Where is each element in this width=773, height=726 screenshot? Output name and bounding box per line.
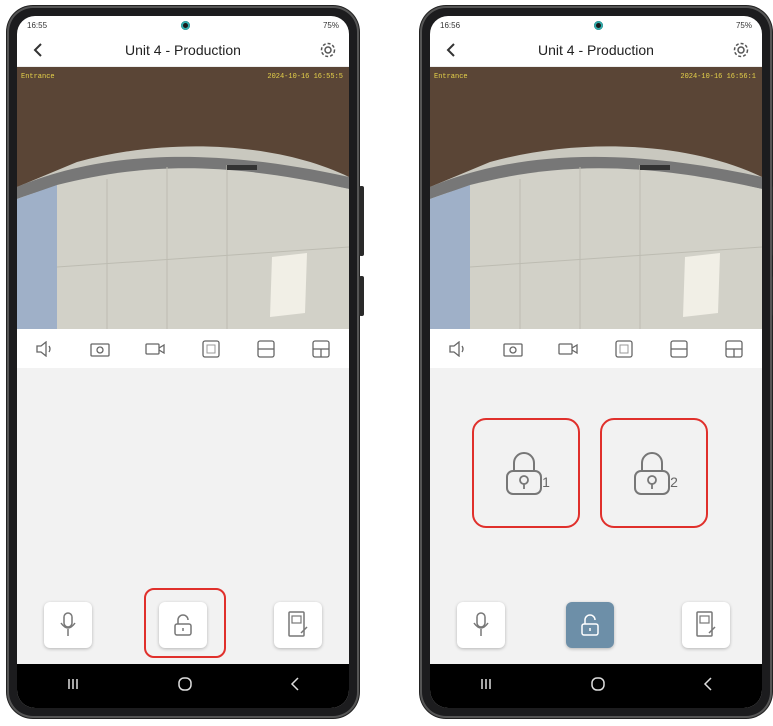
right-app-bar: Unit 4 - Production bbox=[430, 34, 762, 67]
gear-icon[interactable] bbox=[730, 39, 752, 61]
gear-icon[interactable] bbox=[317, 39, 339, 61]
left-status-battery: 75% bbox=[322, 20, 339, 30]
video-timestamp: 2024-10-16 16:56:1 bbox=[680, 73, 756, 81]
unlock-icon bbox=[581, 614, 599, 636]
left-content-area bbox=[17, 368, 349, 664]
video-channel-label: Entrance bbox=[21, 73, 55, 81]
intercom-panel-button[interactable] bbox=[682, 602, 730, 648]
back-chevron-icon[interactable] bbox=[27, 39, 49, 61]
intercom-panel-icon bbox=[288, 611, 308, 637]
video-timestamp: 2024-10-16 16:55:5 bbox=[267, 73, 343, 81]
speaker-icon[interactable] bbox=[447, 338, 469, 360]
unlock-2-highlight-box bbox=[600, 418, 708, 528]
intercom-panel-icon bbox=[696, 611, 716, 637]
right-system-nav-bar bbox=[430, 664, 762, 708]
layout-2-icon[interactable] bbox=[668, 338, 690, 360]
layout-2-icon[interactable] bbox=[255, 338, 277, 360]
left-app-bar: Unit 4 - Production bbox=[17, 34, 349, 67]
layout-1-icon[interactable] bbox=[613, 338, 635, 360]
left-phone-side-button-2 bbox=[359, 276, 364, 316]
unlock-highlight-box bbox=[144, 588, 226, 658]
back-icon[interactable] bbox=[702, 676, 714, 697]
right-content-area: 1 2 bbox=[430, 368, 762, 664]
left-video-toolbar bbox=[17, 329, 349, 370]
speaker-icon[interactable] bbox=[34, 338, 56, 360]
right-video-feed[interactable]: Entrance 2024-10-16 16:56:1 bbox=[430, 67, 762, 329]
left-screen: 16:55 75% Unit 4 - Production Entrance 2… bbox=[17, 16, 349, 708]
right-screen: 16:56 75% Unit 4 - Production Entrance 2… bbox=[430, 16, 762, 708]
record-icon[interactable] bbox=[144, 338, 166, 360]
home-icon[interactable] bbox=[589, 675, 607, 698]
left-phone-side-button bbox=[359, 186, 364, 256]
right-status-battery: 75% bbox=[735, 20, 752, 30]
right-status-time: 16:56 bbox=[440, 20, 461, 30]
back-icon[interactable] bbox=[289, 676, 301, 697]
record-icon[interactable] bbox=[557, 338, 579, 360]
microphone-icon bbox=[60, 612, 76, 636]
page-title: Unit 4 - Production bbox=[538, 42, 654, 58]
back-chevron-icon[interactable] bbox=[440, 39, 462, 61]
intercom-panel-button[interactable] bbox=[274, 602, 322, 648]
microphone-button[interactable] bbox=[44, 602, 92, 648]
layout-1-icon[interactable] bbox=[200, 338, 222, 360]
layout-3-icon[interactable] bbox=[310, 338, 332, 360]
snapshot-icon[interactable] bbox=[502, 338, 524, 360]
unlock-1-highlight-box bbox=[472, 418, 580, 528]
recents-icon[interactable] bbox=[65, 677, 81, 696]
recents-icon[interactable] bbox=[478, 677, 494, 696]
page-title: Unit 4 - Production bbox=[125, 42, 241, 58]
right-status-bar: 16:56 75% bbox=[430, 16, 762, 34]
layout-3-icon[interactable] bbox=[723, 338, 745, 360]
home-icon[interactable] bbox=[176, 675, 194, 698]
front-camera-icon bbox=[593, 20, 603, 30]
left-system-nav-bar bbox=[17, 664, 349, 708]
right-video-toolbar bbox=[430, 329, 762, 370]
front-camera-icon bbox=[180, 20, 190, 30]
right-phone-frame: 16:56 75% Unit 4 - Production Entrance 2… bbox=[420, 6, 773, 718]
microphone-button[interactable] bbox=[457, 602, 505, 648]
left-status-time: 16:55 bbox=[27, 20, 48, 30]
left-phone-frame: 16:55 75% Unit 4 - Production Entrance 2… bbox=[7, 6, 364, 718]
unlock-button-active[interactable] bbox=[566, 602, 614, 648]
video-channel-label: Entrance bbox=[434, 73, 468, 81]
snapshot-icon[interactable] bbox=[89, 338, 111, 360]
microphone-icon bbox=[473, 612, 489, 636]
left-status-bar: 16:55 75% bbox=[17, 16, 349, 34]
left-video-feed[interactable]: Entrance 2024-10-16 16:55:5 bbox=[17, 67, 349, 329]
